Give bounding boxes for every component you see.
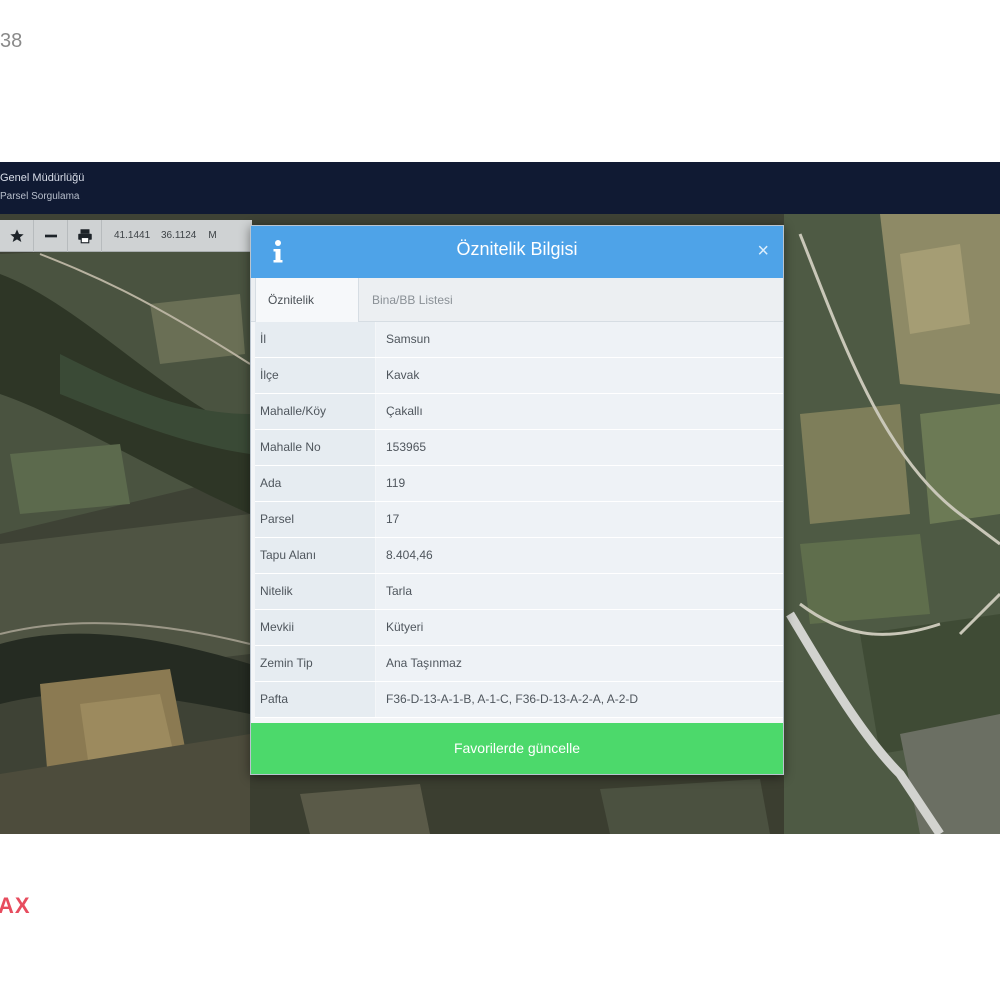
print-button[interactable] [68,219,102,252]
table-row: Mevkii Kütyeri [255,610,783,646]
row-key: Tapu Alanı [255,538,375,573]
row-value: Kütyeri [376,610,783,645]
row-key: Nitelik [255,574,375,609]
coord-lat: 41.1441 [114,230,151,241]
dialog-title: Öznitelik Bilgisi [456,239,578,259]
table-row: Mahalle/Köy Çakallı [255,394,783,430]
row-key: Mahalle No [255,430,375,465]
measure-button[interactable] [34,219,68,252]
row-value: F36-D-13-A-1-B, A-1-C, F36-D-13-A-2-A, A… [376,682,783,717]
row-value: Ana Taşınmaz [376,646,783,681]
table-row: Nitelik Tarla [255,574,783,610]
toolbar-more-label: M [208,230,217,241]
table-row: Ada 119 [255,466,783,502]
coord-lon: 36.1124 [160,230,197,241]
row-key: Ada [255,466,375,501]
attribute-table: İl Samsun İlçe Kavak Mahalle/Köy Çakallı… [255,322,783,718]
row-key: İlçe [255,358,375,393]
row-key: İl [255,322,375,357]
row-value: Samsun [376,322,783,357]
table-row: Zemin Tip Ana Taşınmaz [255,646,783,682]
table-row: Pafta F36-D-13-A-1-B, A-1-C, F36-D-13-A-… [255,682,783,718]
row-key: Mahalle/Köy [255,394,375,429]
dialog-tabs: Öznitelik Bilgisi Bina/BB Listesi [251,278,783,351]
header-subtitle: Parsel Sorgulama [0,191,80,202]
update-favorites-button[interactable]: Favorilerde güncelle [251,723,783,774]
row-value: Çakallı [376,394,783,429]
dialog-header: Öznitelik Bilgisi × [251,226,783,278]
row-key: Zemin Tip [255,646,375,681]
row-value: 153965 [376,430,783,465]
table-row: Tapu Alanı 8.404,46 [255,538,783,574]
star-icon [9,228,24,242]
favorite-button[interactable] [0,219,34,252]
table-row: İl Samsun [255,322,783,358]
row-value: 119 [376,466,783,501]
row-value: Kavak [376,358,783,393]
corner-number: 38 [0,30,23,52]
attribute-info-dialog: Öznitelik Bilgisi × Öznitelik Bilgisi Bi… [250,225,784,775]
table-row: Mahalle No 153965 [255,430,783,466]
row-key: Mevkii [255,610,375,645]
tab-attribute-info[interactable]: Öznitelik Bilgisi [255,278,359,351]
row-key: Pafta [255,682,375,717]
table-row: İlçe Kavak [255,358,783,394]
header-title: Genel Müdürlüğü [0,172,85,184]
minus-icon [44,234,57,237]
gis-screenshot: Genel Müdürlüğü Parsel Sorgulama 41.1441… [0,162,1000,834]
coordinate-readout: 41.1441 36.1124 [114,230,204,241]
row-value: 8.404,46 [376,538,783,573]
print-icon [77,228,92,243]
row-value: Tarla [376,574,783,609]
app-header: Genel Müdürlüğü Parsel Sorgulama [0,162,1000,214]
brand-watermark: AX [0,893,31,918]
row-value: 17 [376,502,783,537]
table-row: Parsel 17 [255,502,783,538]
tab-building-list[interactable]: Bina/BB Listesi [360,278,465,322]
map-toolbar: 41.1441 36.1124 M [0,219,252,252]
close-icon[interactable]: × [757,240,769,263]
row-key: Parsel [255,502,375,537]
page: 38 Genel Müdürlüğü Parsel Sorgulama 41.1… [0,0,1000,1000]
